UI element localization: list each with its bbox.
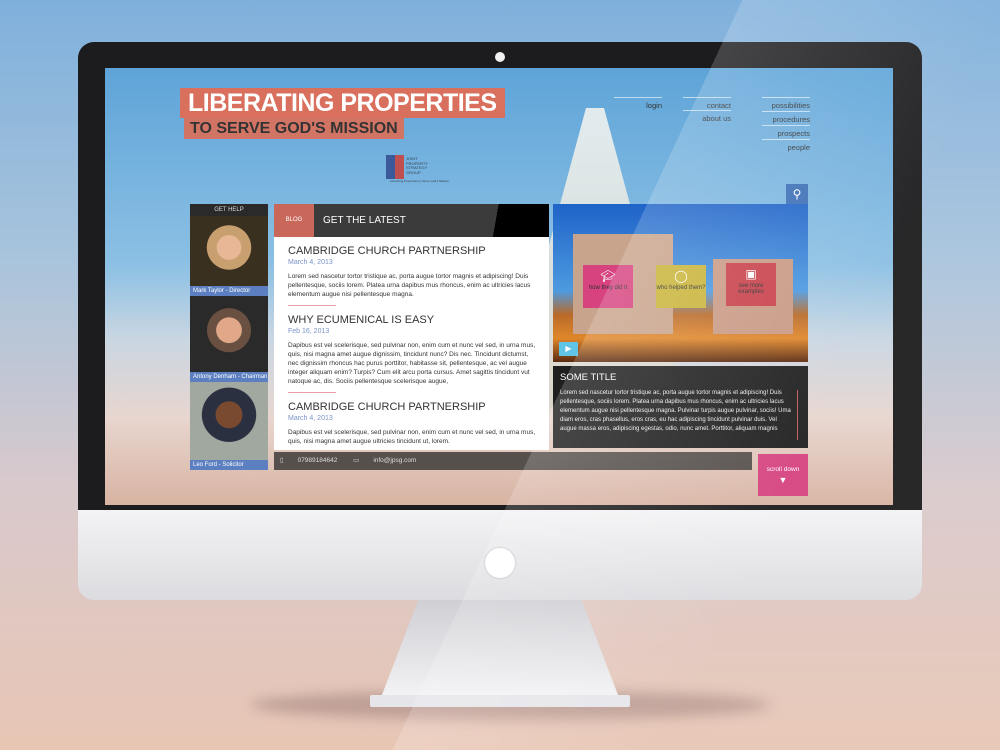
logo-tagline: Liberating Properties to Serve God's Mis… xyxy=(390,179,450,183)
person-label[interactable]: Leo Ford - Solicitor xyxy=(190,460,268,470)
tile-how-they-did-it[interactable]: 🎓︎ how they did it xyxy=(583,265,633,308)
person-label[interactable]: Antony Denham - Chairman xyxy=(190,372,268,382)
nav-possibilities[interactable]: possibilities xyxy=(762,97,810,110)
post-date: Feb 16, 2013 xyxy=(288,328,330,335)
info-panel: SOME TITLE Lorem sed nascetur tortor tri… xyxy=(553,366,808,448)
tv-icon: ▣ xyxy=(745,267,757,281)
contact-bar: ▯ 07989184642 ▭ info@jpsg.com xyxy=(274,452,752,470)
search-icon: ⚲ xyxy=(792,187,802,201)
tile-label: how they did it xyxy=(588,285,628,291)
post-title[interactable]: WHY ECUMENICAL IS EASY xyxy=(288,314,539,326)
post-body: Dapibus est vel scelerisque, sed pulvina… xyxy=(288,429,536,445)
blog-post: CAMBRIDGE CHURCH PARTNERSHIP March 4, 20… xyxy=(274,245,549,306)
nav-about-us[interactable]: about us xyxy=(683,110,731,123)
blog-title: GET THE LATEST xyxy=(323,215,406,226)
get-help-heading: GET HELP xyxy=(214,207,244,213)
nav-prospects[interactable]: prospects xyxy=(762,125,810,138)
phone-number[interactable]: 07989184642 xyxy=(298,457,338,464)
post-title[interactable]: CAMBRIDGE CHURCH PARTNERSHIP xyxy=(288,245,539,257)
logo-mark-icon xyxy=(386,155,404,179)
logo[interactable]: JOINT PROPERTY STRATEGY GROUP Liberating… xyxy=(386,155,449,183)
post-date: March 4, 2013 xyxy=(288,415,333,422)
blog-header: BLOG GET THE LATEST xyxy=(274,204,549,237)
stand-base xyxy=(370,695,630,707)
blog-panel: BLOG GET THE LATEST CAMBRIDGE CHURCH PAR… xyxy=(274,204,549,450)
site-subtitle: TO SERVE GOD'S MISSION xyxy=(184,118,404,139)
photo-leo-ford[interactable] xyxy=(190,382,268,460)
divider xyxy=(288,305,336,306)
nav-people[interactable]: people xyxy=(762,139,810,152)
camera-icon xyxy=(495,52,505,62)
get-help-panel: GET HELP Mark Taylor - Director Antony D… xyxy=(190,204,268,470)
blog-post: WHY ECUMENICAL IS EASY Feb 16, 2013 Dapi… xyxy=(274,314,549,393)
nav-procedures[interactable]: procedures xyxy=(762,111,810,124)
divider xyxy=(288,392,336,393)
nav-contact[interactable]: contact xyxy=(683,97,731,110)
phone-icon: ▯ xyxy=(280,457,284,464)
featured-image: 🎓︎ how they did it ◯ who helped them? ▣ see… xyxy=(553,204,808,362)
scrollbar[interactable] xyxy=(797,390,798,440)
monitor-stand xyxy=(380,600,620,700)
person-label[interactable]: Mark Taylor - Director xyxy=(190,286,268,296)
post-body: Dapibus est vel scelerisque, sed pulvina… xyxy=(288,342,536,385)
site-title: LIBERATING PROPERTIES xyxy=(180,88,505,118)
play-icon: ▶ xyxy=(565,344,572,353)
blog-post: CAMBRIDGE CHURCH PARTNERSHIP March 4, 20… xyxy=(274,401,549,446)
photo-antony-denham[interactable] xyxy=(190,296,268,372)
post-title[interactable]: CAMBRIDGE CHURCH PARTNERSHIP xyxy=(288,401,539,413)
photo-mark-taylor[interactable] xyxy=(190,216,268,286)
tile-label: who helped them? xyxy=(656,285,706,291)
info-body: Lorem sed nascetur tortor tristique ac, … xyxy=(560,390,791,432)
info-title: SOME TITLE xyxy=(560,372,617,383)
logo-text: JOINT PROPERTY STRATEGY GROUP xyxy=(406,156,428,175)
scroll-down-label: scroll down xyxy=(766,466,800,473)
post-date: March 4, 2013 xyxy=(288,259,333,266)
play-button[interactable]: ▶ xyxy=(559,342,578,356)
blog-tab[interactable]: BLOG xyxy=(274,204,314,237)
nav-login[interactable]: login xyxy=(614,97,662,110)
apple-logo-icon xyxy=(485,548,515,578)
tile-see-more-examples[interactable]: ▣ see more examples xyxy=(726,263,776,306)
search-button[interactable]: ⚲ xyxy=(786,184,808,204)
person-icon: ◯ xyxy=(674,269,688,283)
email-link[interactable]: info@jpsg.com xyxy=(373,457,416,464)
tile-who-helped-them[interactable]: ◯ who helped them? xyxy=(656,265,706,308)
post-body: Lorem sed nascetur tortor tristique ac, … xyxy=(288,273,531,298)
email-icon: ▭ xyxy=(353,457,360,464)
scroll-down-button[interactable]: scroll down ▼ xyxy=(758,454,808,496)
tile-label: see more examples xyxy=(738,283,764,295)
graduation-cap-icon: 🎓︎ xyxy=(600,269,616,283)
arrow-down-icon: ▼ xyxy=(778,475,788,485)
